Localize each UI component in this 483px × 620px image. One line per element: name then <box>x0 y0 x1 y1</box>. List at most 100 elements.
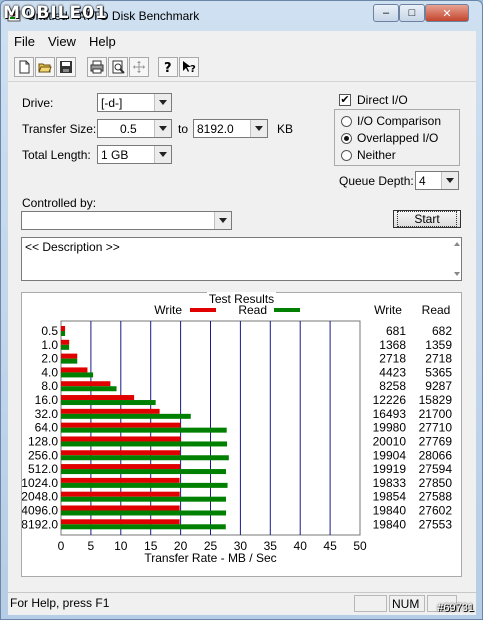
category-label: 8192.0 <box>22 517 58 531</box>
chevron-down-icon[interactable] <box>441 172 458 189</box>
help-icon: ? <box>164 61 172 74</box>
write-value: 19854 <box>373 490 407 504</box>
read-bar <box>61 372 94 378</box>
save-button[interactable] <box>56 57 76 77</box>
read-value: 27710 <box>419 421 453 435</box>
read-value: 2718 <box>425 352 452 366</box>
total-length-select[interactable]: 1 GB <box>97 145 172 164</box>
write-bar <box>61 519 180 525</box>
save-icon <box>60 61 72 73</box>
write-value: 2718 <box>379 352 406 366</box>
transfer-size-from-value: 0.5 <box>120 122 137 136</box>
title-bar[interactable]: Untitled - ATTO Disk Benchmark MOBILE01 … <box>1 1 482 31</box>
total-length-label: Total Length: <box>22 148 91 162</box>
direct-io-checkbox[interactable]: ✔ <box>339 94 351 106</box>
read-column-header: Read <box>422 303 451 317</box>
read-value: 27602 <box>419 503 453 517</box>
queue-depth-select[interactable]: 4 <box>415 171 459 190</box>
help-button[interactable]: ? <box>158 57 178 77</box>
write-bar <box>61 381 111 387</box>
menu-view[interactable]: View <box>48 34 76 49</box>
write-value: 19840 <box>373 503 407 517</box>
write-value: 20010 <box>373 434 407 448</box>
menu-file[interactable]: File <box>14 34 35 49</box>
category-label: 2.0 <box>41 352 58 366</box>
read-bar <box>61 524 226 530</box>
description-text: << Description >> <box>25 240 120 254</box>
print-button[interactable] <box>87 57 107 77</box>
x-tick-label: 40 <box>294 539 308 553</box>
status-bar: For Help, press F1 NUM #69731 <box>8 592 476 615</box>
write-value: 12226 <box>373 393 407 407</box>
x-tick-label: 5 <box>88 539 95 553</box>
neither-radio[interactable] <box>341 150 352 161</box>
x-tick-label: 50 <box>353 539 367 553</box>
controlled-by-label: Controlled by: <box>22 196 97 210</box>
chevron-down-icon[interactable] <box>154 120 171 137</box>
drive-label: Drive: <box>22 96 54 110</box>
controlled-by-select[interactable] <box>21 211 232 230</box>
menu-help[interactable]: Help <box>89 34 116 49</box>
category-label: 32.0 <box>35 407 59 421</box>
status-pane-num: NUM <box>389 595 425 612</box>
toolbar: ? ? <box>8 53 476 82</box>
transfer-size-from-select[interactable]: 0.5 <box>97 119 172 138</box>
minimize-button[interactable]: – <box>373 4 399 22</box>
maximize-button[interactable]: □ <box>399 4 425 22</box>
write-value: 16493 <box>373 407 407 421</box>
scroll-up-icon[interactable] <box>454 242 460 246</box>
io-comparison-radio[interactable] <box>341 116 352 127</box>
overlapped-io-radio[interactable] <box>341 133 352 144</box>
read-value: 9287 <box>425 379 452 393</box>
close-button[interactable]: ✕ <box>425 4 469 22</box>
category-label: 128.0 <box>28 434 58 448</box>
write-bar <box>61 505 180 511</box>
close-icon: ✕ <box>442 7 452 20</box>
client-area: File View Help ? ? Drive: [-d-] Transfer… <box>8 31 476 615</box>
chevron-down-icon[interactable] <box>154 94 171 111</box>
x-tick-label: 10 <box>114 539 128 553</box>
category-label: 16.0 <box>35 393 59 407</box>
category-label: 512.0 <box>28 462 58 476</box>
io-comparison-label[interactable]: I/O Comparison <box>357 114 441 128</box>
description-box[interactable]: << Description >> <box>21 237 462 281</box>
direct-io-label[interactable]: Direct I/O <box>357 93 408 107</box>
chevron-down-icon[interactable] <box>250 120 267 137</box>
print-preview-button[interactable] <box>108 57 128 77</box>
x-tick-label: 0 <box>58 539 65 553</box>
legend-write-label: Write <box>154 303 182 317</box>
write-value: 19919 <box>373 462 407 476</box>
start-button[interactable]: Start <box>393 210 461 228</box>
read-value: 21700 <box>419 407 453 421</box>
read-bar <box>61 386 117 392</box>
read-value: 1359 <box>425 338 452 352</box>
new-button[interactable] <box>14 57 34 77</box>
read-value: 682 <box>432 324 452 338</box>
open-button[interactable] <box>35 57 55 77</box>
read-bar <box>61 510 227 516</box>
read-bar <box>61 441 228 447</box>
move-button[interactable] <box>129 57 149 77</box>
neither-label[interactable]: Neither <box>357 148 396 162</box>
read-bar <box>61 427 227 433</box>
queue-depth-label: Queue Depth: <box>339 174 414 188</box>
drive-select[interactable]: [-d-] <box>97 93 172 112</box>
transfer-size-to-value: 8192.0 <box>197 122 234 136</box>
scroll-down-icon[interactable] <box>454 272 460 276</box>
read-bar <box>61 469 227 475</box>
chevron-down-icon[interactable] <box>154 146 171 163</box>
write-value: 19980 <box>373 421 407 435</box>
read-bar <box>61 331 66 336</box>
transfer-size-label: Transfer Size: <box>22 122 97 136</box>
write-bar <box>61 450 181 456</box>
write-value: 19840 <box>373 517 407 531</box>
chevron-down-icon[interactable] <box>214 212 231 229</box>
app-window: Untitled - ATTO Disk Benchmark MOBILE01 … <box>0 0 483 620</box>
read-value: 27850 <box>419 476 453 490</box>
read-value: 28066 <box>419 448 453 462</box>
context-help-button[interactable]: ? <box>179 57 199 77</box>
write-bar <box>61 422 181 428</box>
category-label: 1.0 <box>41 338 58 352</box>
overlapped-io-label[interactable]: Overlapped I/O <box>357 131 438 145</box>
transfer-size-to-select[interactable]: 8192.0 <box>193 119 268 138</box>
